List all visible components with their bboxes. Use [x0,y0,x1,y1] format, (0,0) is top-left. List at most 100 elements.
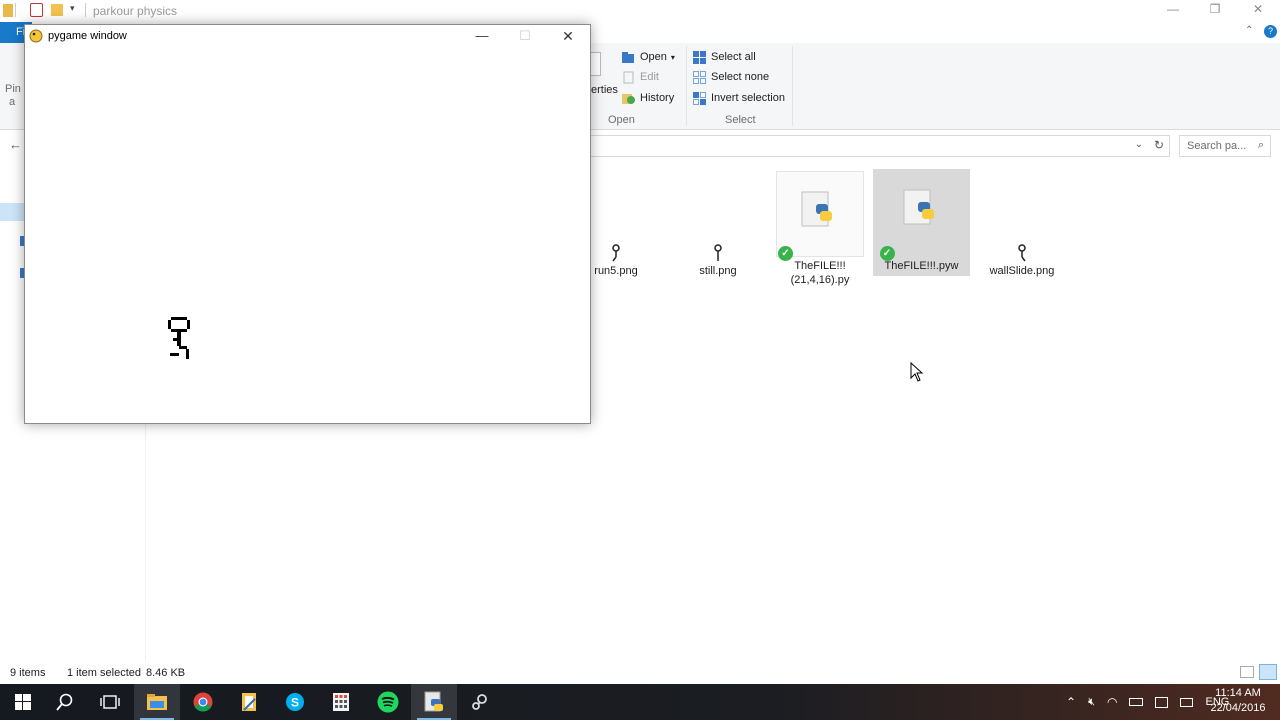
item-count: 9 items [10,667,46,679]
invert-selection-button[interactable]: Invert selection [692,89,785,107]
selection-size: 8.46 KB [146,667,186,679]
qat-dropdown-icon[interactable]: ▾ [70,3,75,14]
file-item-thefile-pyw[interactable]: ✓ TheFILE!!!.pyw [873,169,970,276]
svg-text:S: S [291,696,299,710]
taskbar-steam[interactable] [457,684,503,720]
pin-label-2: a [9,96,16,108]
open-icon [622,51,634,63]
sync-check-icon: ✓ [778,246,793,261]
battery-icon[interactable] [1129,698,1144,706]
steam-icon [472,694,487,710]
pygame-close-button[interactable]: ✕ [546,25,590,47]
calculator-icon [333,693,349,711]
new-folder-qat-icon[interactable] [51,4,63,16]
address-bar[interactable]: ⌄ ↻ [590,135,1170,157]
select-all-button[interactable]: Select all [692,48,756,66]
spotify-icon [377,691,399,713]
python-icon [424,691,443,712]
explorer-restore-button[interactable]: ❐ [1193,0,1237,20]
wifi-icon[interactable]: ◠ [1107,695,1117,709]
help-icon[interactable]: ? [1264,25,1277,38]
select-all-icon [693,50,706,64]
keyboard-icon[interactable] [1180,697,1194,707]
taskbar-spotify[interactable] [365,684,411,720]
taskbar-python[interactable] [411,684,457,720]
taskbar-search-button[interactable] [42,684,88,720]
properties-label[interactable]: erties [591,84,618,96]
image-file-icon [1018,244,1026,262]
refresh-icon[interactable]: ↻ [1154,138,1164,152]
volume-muted-icon[interactable]: 🔇︎ [1088,696,1095,709]
pygame-window[interactable]: pygame window — ☐ ✕ [24,24,591,424]
taskbar-calculator[interactable] [318,684,364,720]
file-name: still.png [699,265,737,277]
player-sprite [168,317,190,359]
history-button[interactable]: History [621,89,674,107]
select-group-label: Select [725,114,756,126]
system-tray: ⌃ 🔇︎ ◠ ENG [1066,684,1229,720]
selection-count: 1 item selected [67,667,141,679]
clock-date: 22/04/2016 [1210,702,1266,714]
file-name: wallSlide.png [989,265,1055,277]
file-item-wallslide[interactable]: wallSlide.png [974,244,1070,278]
open-group-label: Open [608,114,635,126]
explorer-close-button[interactable]: ✕ [1236,0,1280,20]
file-item-still[interactable]: still.png [670,244,766,278]
ribbon-separator [686,46,687,126]
chevron-down-icon: ▾ [670,52,675,62]
python-file-icon [903,189,934,225]
pygame-title-bar[interactable]: pygame window — ☐ ✕ [25,25,590,47]
pygame-maximize-button[interactable]: ☐ [503,25,547,47]
select-none-button[interactable]: Select none [692,68,769,86]
explorer-title-bar: ▾ parkour physics — ❐ ✕ [0,0,1280,22]
file-name: TheFILE!!!.pyw [884,260,959,272]
ribbon-separator [792,46,793,126]
action-center-icon[interactable] [1155,696,1169,708]
search-icon [56,693,73,711]
taskbar-skype[interactable]: S [272,684,318,720]
address-dropdown-icon[interactable]: ⌄ [1135,139,1143,150]
nav-selected-item[interactable] [0,203,24,221]
pygame-window-title: pygame window [48,30,127,42]
python-file-icon [801,191,832,227]
search-input[interactable]: Search pa... ⌕ [1179,135,1271,157]
separator [15,3,16,17]
folder-icon [3,4,13,17]
back-arrow-icon[interactable]: ← [9,137,22,152]
taskbar-chrome[interactable] [180,684,226,720]
chrome-icon [193,692,213,712]
pygame-snake-icon [29,29,43,43]
file-name-line1: TheFILE!!! [794,260,846,272]
explorer-minimize-button[interactable]: — [1151,0,1195,20]
image-file-icon [714,244,722,261]
large-icons-view-icon[interactable] [1259,664,1277,680]
edit-icon [623,71,634,83]
history-icon [622,93,635,104]
collapse-ribbon-icon[interactable]: ⌃ [1245,25,1253,36]
properties-qat-icon[interactable] [30,3,43,17]
select-none-icon [693,70,706,84]
details-view-icon[interactable] [1240,666,1254,678]
properties-icon[interactable] [591,52,601,76]
taskbar-file-explorer[interactable] [134,684,180,720]
status-bar: 9 items 1 item selected 8.46 KB [0,662,1280,684]
windows-start-icon [15,694,31,710]
start-button[interactable] [0,684,46,720]
invert-selection-icon [693,91,706,105]
edit-button[interactable]: Edit [621,68,659,86]
window-title: parkour physics [93,4,178,18]
taskbar-clock[interactable]: 11:14 AM 22/04/2016 [1206,686,1270,716]
taskbar-notepad[interactable] [226,684,272,720]
skype-icon: S [286,693,304,711]
sync-check-icon: ✓ [879,246,895,261]
search-icon: ⌕ [1257,139,1264,151]
file-explorer-icon [147,694,167,710]
pygame-minimize-button[interactable]: — [460,25,504,47]
open-button[interactable]: Open ▾ [621,48,675,66]
python-file-thumbnail: ✓ [776,171,864,261]
clock-time: 11:14 AM [1215,687,1261,699]
show-hidden-icons-icon[interactable]: ⌃ [1066,695,1076,709]
file-item-thefile-backup[interactable]: ✓ TheFILE!!! (21,4,16).py [772,171,868,287]
task-view-button[interactable] [87,684,133,720]
mouse-cursor-icon [910,362,924,382]
